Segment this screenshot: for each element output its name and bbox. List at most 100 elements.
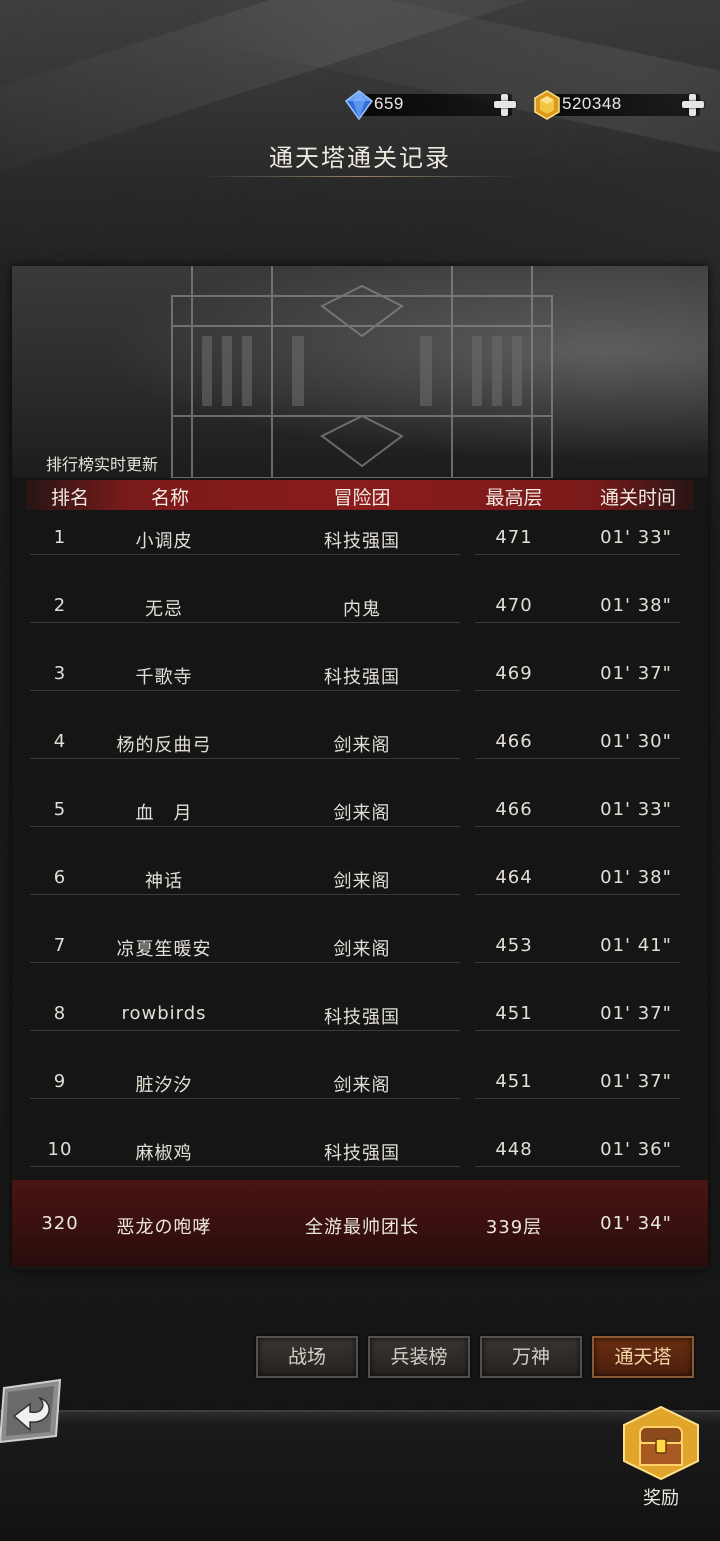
treasure-chest-icon[interactable] [620, 1405, 702, 1481]
row-name: 神话 [145, 871, 183, 892]
row-time: 01' 38" [600, 595, 672, 616]
row-divider [30, 894, 460, 895]
table-row[interactable]: 2 无忌 内鬼 470 01' 38" [30, 582, 680, 650]
my-rank: 320 [41, 1213, 79, 1234]
row-divider [30, 622, 460, 623]
row-divider [475, 962, 680, 963]
row-guild: 剑来阁 [333, 871, 391, 892]
row-floor: 466 [495, 799, 533, 820]
row-floor: 464 [495, 867, 533, 888]
row-name: 凉夏笙暖安 [116, 939, 212, 960]
row-name: 血 月 [135, 803, 193, 824]
row-rank: 3 [53, 663, 67, 684]
row-divider [30, 826, 460, 827]
page-title: 通天塔通关记录 [269, 144, 451, 172]
gold-currency: 520348 [532, 90, 708, 120]
title-divider [200, 176, 520, 177]
row-time: 01' 41" [600, 935, 672, 956]
row-divider [475, 554, 680, 555]
gold-value: 520348 [562, 94, 622, 113]
row-divider [475, 1166, 680, 1167]
my-floor: 339层 [485, 1217, 543, 1238]
table-row[interactable]: 9 脏汐汐 剑来阁 451 01' 37" [30, 1058, 680, 1126]
row-time: 01' 30" [600, 731, 672, 752]
row-floor: 470 [495, 595, 533, 616]
row-guild: 剑来阁 [333, 735, 391, 756]
row-divider [475, 690, 680, 691]
row-divider [30, 554, 460, 555]
row-divider [475, 622, 680, 623]
my-guild: 全游最帅团长 [305, 1217, 419, 1238]
row-guild: 剑来阁 [333, 939, 391, 960]
table-row[interactable]: 3 千歌寺 科技强国 469 01' 37" [30, 650, 680, 718]
row-guild: 科技强国 [324, 1007, 400, 1028]
table-header: 排名 名称 冒险团 最高层 通关时间 [26, 480, 694, 510]
row-rank: 5 [53, 799, 67, 820]
row-name: 无忌 [145, 599, 183, 620]
row-rank: 2 [53, 595, 67, 616]
row-time: 01' 36" [600, 1139, 672, 1160]
row-name: 脏汐汐 [135, 1075, 193, 1096]
tab-tower[interactable]: 通天塔 [592, 1336, 694, 1378]
row-rank: 10 [47, 1139, 73, 1160]
header-time: 通关时间 [599, 487, 677, 509]
row-guild: 内鬼 [343, 599, 381, 620]
row-time: 01' 38" [600, 867, 672, 888]
table-row[interactable]: 7 凉夏笙暖安 剑来阁 453 01' 41" [30, 922, 680, 990]
row-guild: 科技强国 [324, 1143, 400, 1164]
add-diamond-button[interactable] [492, 92, 518, 118]
table-row[interactable]: 5 血 月 剑来阁 466 01' 33" [30, 786, 680, 854]
row-time: 01' 37" [600, 1003, 672, 1024]
diamond-currency: 659 [344, 90, 520, 120]
table-row[interactable]: 6 神话 剑来阁 464 01' 38" [30, 854, 680, 922]
row-floor: 469 [495, 663, 533, 684]
row-divider [30, 962, 460, 963]
row-name: 千歌寺 [135, 667, 193, 688]
row-floor: 448 [495, 1139, 533, 1160]
row-name: 杨的反曲弓 [116, 735, 212, 756]
gold-gem-icon [534, 90, 560, 120]
back-arrow-icon[interactable] [0, 1378, 64, 1444]
row-rank: 4 [53, 731, 67, 752]
row-rank: 9 [53, 1071, 67, 1092]
row-divider [475, 758, 680, 759]
row-time: 01' 37" [600, 663, 672, 684]
row-divider [475, 894, 680, 895]
row-divider [30, 758, 460, 759]
reward-label[interactable]: 奖励 [620, 1484, 702, 1510]
tower-banner-image [12, 266, 708, 478]
row-guild: 剑来阁 [333, 1075, 391, 1096]
row-floor: 466 [495, 731, 533, 752]
row-guild: 剑来阁 [333, 803, 391, 824]
tab-equipment-ranking[interactable]: 兵装榜 [368, 1336, 470, 1378]
tower-illustration [171, 266, 553, 478]
row-guild: 科技强国 [324, 667, 400, 688]
header-rank: 排名 [50, 487, 90, 509]
row-time: 01' 33" [600, 799, 672, 820]
row-divider [475, 1030, 680, 1031]
tab-battlefield[interactable]: 战场 [256, 1336, 358, 1378]
table-row[interactable]: 8 rowbirds 科技强国 451 01' 37" [30, 990, 680, 1058]
row-divider [30, 1166, 460, 1167]
my-ranking-row: 320 恶龙の咆哮 全游最帅团长 339层 01' 34" [12, 1180, 708, 1266]
table-row[interactable]: 4 杨的反曲弓 剑来阁 466 01' 30" [30, 718, 680, 786]
row-rank: 1 [53, 527, 67, 548]
row-floor: 451 [495, 1003, 533, 1024]
row-divider [475, 826, 680, 827]
update-note: 排行榜实时更新 [46, 455, 159, 474]
my-time: 01' 34" [600, 1213, 672, 1234]
table-row[interactable]: 1 小调皮 科技强国 471 01' 33" [30, 514, 680, 582]
row-divider [30, 690, 460, 691]
row-divider [475, 1098, 680, 1099]
add-gold-button[interactable] [680, 92, 706, 118]
blue-diamond-icon [344, 90, 374, 120]
header-floor: 最高层 [485, 487, 543, 509]
bottom-bar [0, 1410, 720, 1541]
tab-pantheon[interactable]: 万神 [480, 1336, 582, 1378]
row-divider [30, 1098, 460, 1099]
row-floor: 453 [495, 935, 533, 956]
row-time: 01' 37" [600, 1071, 672, 1092]
row-name: 小调皮 [135, 531, 193, 552]
row-guild: 科技强国 [324, 531, 400, 552]
row-floor: 451 [495, 1071, 533, 1092]
